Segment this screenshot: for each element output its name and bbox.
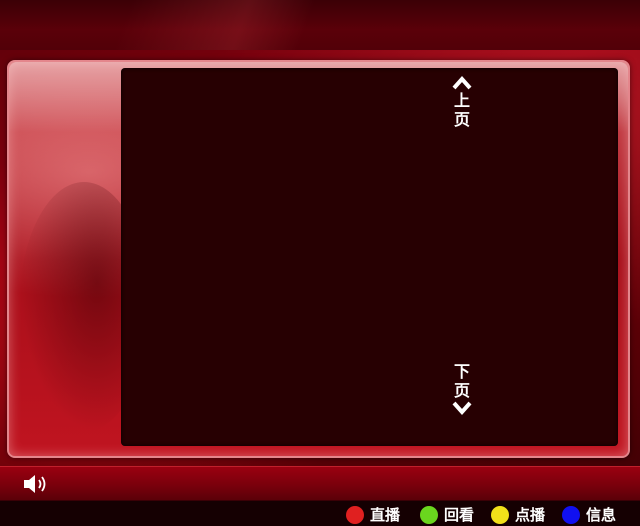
page-up-label-2: 页	[453, 110, 470, 129]
legend-label-replay: 回看	[444, 506, 475, 524]
legend-blue-info[interactable]: 信息	[562, 504, 616, 525]
page-down-label-2: 页	[453, 381, 470, 400]
legend-label-info: 信息	[586, 506, 617, 524]
tv-menu-screen: 上 页 下 页 直播 回看 点播 信息	[0, 0, 640, 526]
content-list-area	[121, 68, 618, 446]
legend-label-live: 直播	[370, 506, 401, 524]
yellow-key-icon	[491, 505, 509, 524]
page-up-label-1: 上	[453, 91, 470, 110]
page-down-button[interactable]: 下 页	[443, 362, 481, 416]
color-key-bar: 直播 回看 点播 信息	[0, 500, 640, 526]
legend-yellow-vod[interactable]: 点播	[491, 504, 545, 525]
chevron-down-icon	[452, 401, 472, 416]
page-down-label-1: 下	[453, 362, 470, 381]
legend-red-live[interactable]: 直播	[346, 504, 400, 525]
legend-green-replay[interactable]: 回看	[420, 504, 474, 525]
top-band	[0, 0, 640, 50]
chevron-up-icon	[452, 75, 472, 90]
speaker-icon[interactable]	[22, 473, 50, 495]
green-key-icon	[420, 505, 438, 524]
legend-label-vod: 点播	[515, 506, 546, 524]
red-key-icon	[346, 505, 364, 524]
blue-key-icon	[562, 505, 580, 524]
status-bar	[0, 466, 640, 500]
page-up-button[interactable]: 上 页	[443, 75, 481, 129]
